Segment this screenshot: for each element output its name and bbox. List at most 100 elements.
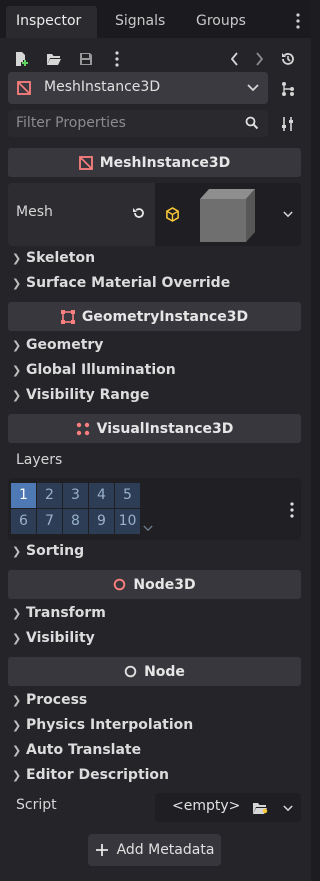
layer-cell[interactable]: 8 (63, 509, 88, 534)
group-visibility[interactable]: ❯ Visibility (12, 627, 95, 649)
mesh-preview-thumbnail (197, 185, 257, 245)
new-resource-icon[interactable] (10, 48, 32, 70)
group-skeleton[interactable]: ❯ Skeleton (12, 247, 95, 269)
filter-properties-input[interactable]: Filter Properties (16, 115, 126, 131)
layer-cell[interactable]: 4 (89, 483, 114, 508)
group-physics-interpolation[interactable]: ❯ Physics Interpolation (12, 714, 193, 736)
layers-editor: 1 2 3 4 5 6 7 8 9 10 (8, 478, 301, 540)
chevron-right-icon: ❯ (12, 544, 22, 558)
chevron-right-icon: ❯ (12, 338, 22, 352)
geometry-instance-3d-icon (60, 309, 75, 324)
layer-cell[interactable]: 5 (115, 483, 140, 508)
expand-layers-icon[interactable] (142, 522, 154, 534)
chevron-right-icon: ❯ (12, 606, 22, 620)
group-auto-translate[interactable]: ❯ Auto Translate (12, 739, 141, 761)
section-title: VisualInstance3D (96, 420, 234, 437)
layer-cell[interactable]: 10 (115, 509, 140, 534)
group-label: Auto Translate (26, 742, 142, 758)
script-value: <empty> (172, 798, 241, 814)
filter-settings-icon[interactable] (277, 113, 299, 135)
history-back-icon[interactable] (227, 48, 243, 70)
add-icon (95, 844, 108, 856)
group-label: Physics Interpolation (26, 717, 194, 733)
group-label: Skeleton (26, 250, 96, 266)
mesh-property-row: Mesh (8, 183, 301, 246)
group-global-illumination[interactable]: ❯ Global Illumination (12, 359, 176, 381)
node-tree-icon[interactable] (277, 78, 299, 100)
tab-inspector[interactable]: Inspector (6, 6, 97, 38)
section-visual-instance-3d[interactable]: VisualInstance3D (8, 414, 301, 443)
section-node-3d[interactable]: Node3D (8, 570, 301, 599)
add-metadata-label: Add Metadata (116, 842, 215, 858)
group-geometry[interactable]: ❯ Geometry (12, 334, 103, 356)
layer-cell[interactable]: 3 (63, 483, 88, 508)
object-selector[interactable]: MeshInstance3D (8, 72, 268, 104)
box-mesh-icon (163, 205, 181, 223)
layers-label: Layers (16, 452, 63, 468)
node-icon (124, 665, 137, 678)
history-icon[interactable] (277, 48, 299, 70)
section-title: MeshInstance3D (99, 154, 231, 171)
load-script-icon[interactable] (251, 799, 269, 817)
chevron-down-icon[interactable] (281, 207, 295, 221)
chevron-right-icon: ❯ (12, 768, 22, 782)
group-label: Global Illumination (26, 362, 176, 378)
group-sorting[interactable]: ❯ Sorting (12, 540, 84, 562)
group-label: Process (26, 692, 88, 708)
tab-groups[interactable]: Groups (186, 6, 256, 38)
group-label: Transform (26, 605, 106, 621)
layer-cell[interactable]: 9 (89, 509, 114, 534)
add-metadata-button[interactable]: Add Metadata (88, 834, 221, 866)
search-icon (244, 115, 260, 131)
section-node[interactable]: Node (8, 657, 301, 686)
mesh-instance-3d-icon (16, 80, 32, 96)
dock-menu-icon[interactable] (290, 10, 306, 32)
filter-properties-field[interactable]: Filter Properties (8, 110, 268, 137)
save-icon[interactable] (75, 48, 97, 70)
visual-instance-3d-icon (76, 422, 89, 435)
section-title: Node (144, 663, 185, 680)
section-mesh-instance-3d[interactable]: MeshInstance3D (8, 148, 301, 177)
group-editor-description[interactable]: ❯ Editor Description (12, 764, 169, 786)
layers-menu-icon[interactable] (286, 500, 298, 520)
group-process[interactable]: ❯ Process (12, 689, 87, 711)
group-label: Sorting (26, 543, 85, 559)
group-label: Editor Description (26, 767, 170, 783)
tab-signals[interactable]: Signals (105, 6, 175, 38)
group-visibility-range[interactable]: ❯ Visibility Range (12, 384, 149, 406)
section-title: Node3D (133, 576, 196, 593)
mesh-resource-picker[interactable] (155, 183, 301, 246)
script-resource-picker[interactable]: <empty> (155, 793, 301, 822)
section-geometry-instance-3d[interactable]: GeometryInstance3D (8, 302, 301, 331)
group-transform[interactable]: ❯ Transform (12, 602, 106, 624)
layer-cell[interactable]: 1 (11, 483, 36, 508)
section-title: GeometryInstance3D (81, 308, 249, 325)
chevron-right-icon: ❯ (12, 388, 22, 402)
group-label: Visibility Range (26, 387, 150, 403)
object-selector-label: MeshInstance3D (44, 79, 161, 95)
node-3d-icon (114, 578, 126, 591)
group-label: Surface Material Override (26, 275, 231, 291)
revert-icon[interactable] (130, 204, 148, 222)
load-resource-icon[interactable] (43, 48, 65, 70)
chevron-right-icon: ❯ (12, 251, 22, 265)
chevron-right-icon: ❯ (12, 363, 22, 377)
dock-tab-bar: Inspector Signals Groups (0, 0, 311, 38)
script-label: Script (16, 797, 57, 813)
history-forward-icon[interactable] (251, 48, 267, 70)
group-surface-material-override[interactable]: ❯ Surface Material Override (12, 272, 230, 294)
inspector-panel: MeshInstance3D Filter Properties MeshIns… (0, 38, 311, 881)
chevron-right-icon: ❯ (12, 631, 22, 645)
chevron-down-icon[interactable] (281, 801, 295, 815)
layer-cell[interactable]: 6 (11, 509, 36, 534)
chevron-right-icon: ❯ (12, 693, 22, 707)
chevron-right-icon: ❯ (12, 276, 22, 290)
layer-cell[interactable]: 7 (37, 509, 62, 534)
mesh-instance-3d-icon (78, 155, 93, 170)
more-icon[interactable] (110, 48, 124, 70)
chevron-right-icon: ❯ (12, 718, 22, 732)
layer-cell[interactable]: 2 (37, 483, 62, 508)
group-label: Visibility (26, 630, 95, 646)
group-label: Geometry (26, 337, 104, 353)
chevron-down-icon (246, 80, 260, 96)
